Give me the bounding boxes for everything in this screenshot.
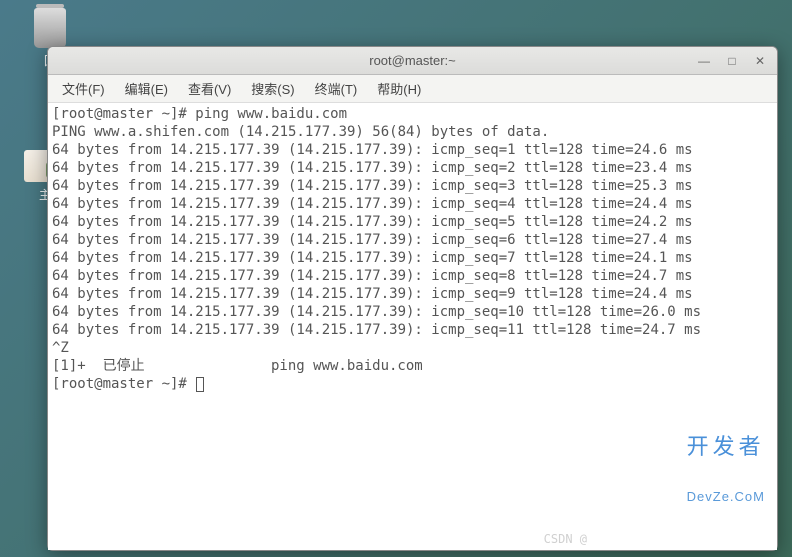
terminal-line: 64 bytes from 14.215.177.39 (14.215.177.… [52,322,701,338]
menu-search[interactable]: 搜索(S) [241,75,304,102]
terminal-line: 64 bytes from 14.215.177.39 (14.215.177.… [52,178,693,194]
menu-view[interactable]: 查看(V) [178,75,241,102]
window-controls: — □ ✕ [691,51,773,71]
terminal-line: 64 bytes from 14.215.177.39 (14.215.177.… [52,304,701,320]
terminal-line: 64 bytes from 14.215.177.39 (14.215.177.… [52,268,693,284]
terminal-line: 64 bytes from 14.215.177.39 (14.215.177.… [52,250,693,266]
terminal-prompt: [root@master ~]# [52,376,195,392]
menubar: 文件(F) 编辑(E) 查看(V) 搜索(S) 终端(T) 帮助(H) [48,75,777,103]
terminal-line: ^Z [52,340,69,356]
window-title: root@master:~ [369,53,456,68]
terminal-line: 64 bytes from 14.215.177.39 (14.215.177.… [52,232,693,248]
csdn-watermark: CSDN @ [544,530,587,548]
trash-icon [34,8,66,48]
maximize-icon: □ [728,54,735,68]
maximize-button[interactable]: □ [719,51,745,71]
minimize-icon: — [698,54,710,68]
menu-file[interactable]: 文件(F) [52,75,115,102]
close-button[interactable]: ✕ [747,51,773,71]
terminal-line: 64 bytes from 14.215.177.39 (14.215.177.… [52,160,693,176]
terminal-line: 64 bytes from 14.215.177.39 (14.215.177.… [52,214,693,230]
terminal-line: 64 bytes from 14.215.177.39 (14.215.177.… [52,142,693,158]
menu-terminal[interactable]: 终端(T) [305,75,368,102]
terminal-line: [root@master ~]# ping www.baidu.com [52,106,347,122]
window-titlebar[interactable]: root@master:~ — □ ✕ [48,47,777,75]
menu-help[interactable]: 帮助(H) [367,75,431,102]
terminal-line: PING www.a.shifen.com (14.215.177.39) 56… [52,124,549,140]
terminal-output[interactable]: [root@master ~]# ping www.baidu.com PING… [48,103,777,550]
close-icon: ✕ [755,54,765,68]
watermark-sub: DevZe.CoM [687,488,765,506]
cursor-icon [196,377,204,392]
watermark-main: 开发者 [687,438,765,456]
minimize-button[interactable]: — [691,51,717,71]
menu-edit[interactable]: 编辑(E) [115,75,178,102]
terminal-line: 64 bytes from 14.215.177.39 (14.215.177.… [52,286,693,302]
watermark: 开发者 DevZe.CoM [687,402,765,542]
terminal-line: 64 bytes from 14.215.177.39 (14.215.177.… [52,196,693,212]
terminal-line: [1]+ 已停止 ping www.baidu.com [52,358,423,374]
terminal-window: root@master:~ — □ ✕ 文件(F) 编辑(E) 查看(V) 搜索… [47,46,778,551]
